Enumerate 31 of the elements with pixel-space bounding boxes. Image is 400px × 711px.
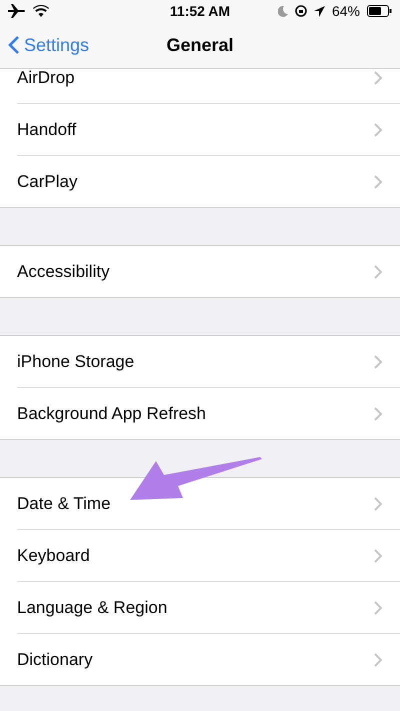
back-chevron-icon	[8, 35, 20, 55]
chevron-icon	[374, 264, 382, 278]
back-button[interactable]: Settings	[0, 34, 90, 56]
settings-item[interactable]: AirDrop	[17, 69, 75, 88]
battery-percentage: 64%	[332, 3, 360, 19]
moon-icon	[278, 6, 288, 16]
chevron-icon	[374, 652, 382, 666]
chevron-icon	[374, 548, 382, 562]
battery-icon	[367, 5, 392, 17]
wifi-icon	[33, 5, 49, 17]
back-label[interactable]: Settings	[24, 34, 90, 56]
settings-item[interactable]: iPhone Storage	[17, 352, 134, 372]
chevron-icon	[374, 600, 382, 614]
rotation-lock-icon	[294, 5, 307, 17]
status-time: 11:52 AM	[170, 3, 230, 19]
chevron-icon	[374, 174, 382, 188]
chevron-icon	[374, 122, 382, 136]
page-title: General	[166, 34, 234, 56]
settings-item[interactable]: Background App Refresh	[17, 404, 206, 424]
chevron-icon	[374, 354, 382, 368]
location-icon	[314, 6, 325, 16]
settings-item[interactable]: Dictionary	[17, 650, 93, 670]
chevron-icon	[374, 406, 382, 420]
airplane-icon	[8, 4, 26, 18]
settings-item[interactable]: Handoff	[17, 120, 76, 140]
chevron-icon	[374, 496, 382, 510]
settings-item[interactable]: Date & Time	[17, 494, 111, 514]
settings-item[interactable]: Accessibility	[17, 262, 110, 282]
settings-item[interactable]: CarPlay	[17, 172, 78, 192]
settings-item[interactable]: Keyboard	[17, 546, 90, 566]
settings-item[interactable]: Language & Region	[17, 598, 168, 618]
